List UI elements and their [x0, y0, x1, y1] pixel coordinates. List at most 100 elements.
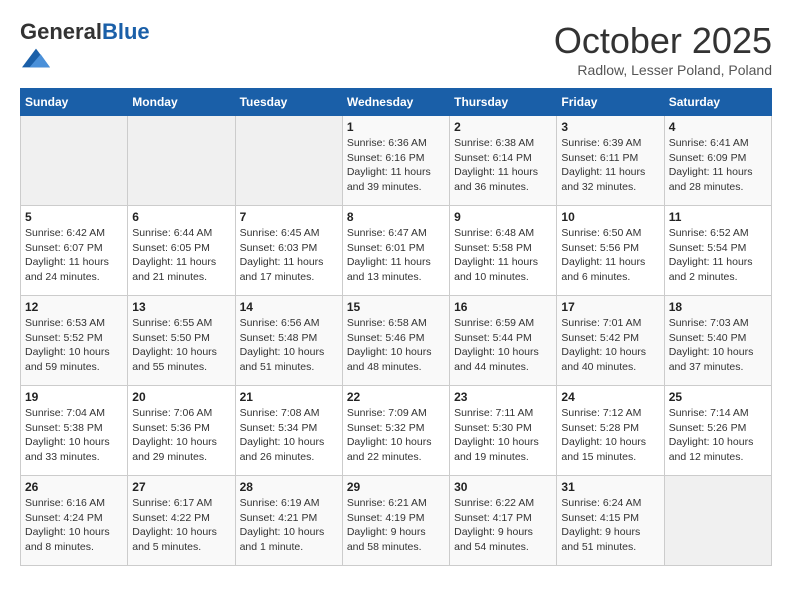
calendar-cell: 30 Sunrise: 6:22 AMSunset: 4:17 PMDayligh… — [450, 476, 557, 566]
day-number: 12 — [25, 300, 123, 314]
calendar-cell: 19 Sunrise: 7:04 AMSunset: 5:38 PMDayligh… — [21, 386, 128, 476]
calendar-cell: 10 Sunrise: 6:50 AMSunset: 5:56 PMDayligh… — [557, 206, 664, 296]
weekday-header-sunday: Sunday — [21, 89, 128, 116]
calendar-week-row: 19 Sunrise: 7:04 AMSunset: 5:38 PMDayligh… — [21, 386, 772, 476]
calendar-cell: 17 Sunrise: 7:01 AMSunset: 5:42 PMDayligh… — [557, 296, 664, 386]
calendar-cell: 13 Sunrise: 6:55 AMSunset: 5:50 PMDayligh… — [128, 296, 235, 386]
weekday-header-saturday: Saturday — [664, 89, 771, 116]
day-sun-info: Sunrise: 7:08 AMSunset: 5:34 PMDaylight:… — [240, 406, 338, 465]
day-number: 28 — [240, 480, 338, 494]
day-sun-info: Sunrise: 7:14 AMSunset: 5:26 PMDaylight:… — [669, 406, 767, 465]
day-sun-info: Sunrise: 6:52 AMSunset: 5:54 PMDaylight:… — [669, 226, 767, 285]
calendar-table: SundayMondayTuesdayWednesdayThursdayFrid… — [20, 88, 772, 566]
logo: GeneralBlue — [20, 20, 150, 77]
calendar-cell: 31 Sunrise: 6:24 AMSunset: 4:15 PMDayligh… — [557, 476, 664, 566]
calendar-cell: 2Sunrise: 6:38 AMSunset: 6:14 PMDaylight… — [450, 116, 557, 206]
day-number: 26 — [25, 480, 123, 494]
day-number: 23 — [454, 390, 552, 404]
calendar-cell — [128, 116, 235, 206]
day-number: 22 — [347, 390, 445, 404]
day-sun-info: Sunrise: 6:53 AMSunset: 5:52 PMDaylight:… — [25, 316, 123, 375]
weekday-header-thursday: Thursday — [450, 89, 557, 116]
day-number: 31 — [561, 480, 659, 494]
calendar-cell: 4Sunrise: 6:41 AMSunset: 6:09 PMDaylight… — [664, 116, 771, 206]
day-sun-info: Sunrise: 7:04 AMSunset: 5:38 PMDaylight:… — [25, 406, 123, 465]
day-sun-info: Sunrise: 6:48 AMSunset: 5:58 PMDaylight:… — [454, 226, 552, 285]
day-sun-info: Sunrise: 7:01 AMSunset: 5:42 PMDaylight:… — [561, 316, 659, 375]
day-number: 11 — [669, 210, 767, 224]
calendar-cell: 11 Sunrise: 6:52 AMSunset: 5:54 PMDayligh… — [664, 206, 771, 296]
calendar-cell: 27Sunrise: 6:17 AMSunset: 4:22 PMDayligh… — [128, 476, 235, 566]
day-number: 19 — [25, 390, 123, 404]
calendar-cell: 21 Sunrise: 7:08 AMSunset: 5:34 PMDayligh… — [235, 386, 342, 476]
calendar-cell: 12 Sunrise: 6:53 AMSunset: 5:52 PMDayligh… — [21, 296, 128, 386]
calendar-cell — [664, 476, 771, 566]
day-number: 1 — [347, 120, 445, 134]
calendar-week-row: 1 Sunrise: 6:36 AMSunset: 6:16 PMDaylight… — [21, 116, 772, 206]
day-number: 17 — [561, 300, 659, 314]
weekday-header-friday: Friday — [557, 89, 664, 116]
page-header: GeneralBlue October 2025 Radlow, Lesser … — [20, 20, 772, 78]
calendar-cell — [235, 116, 342, 206]
day-number: 29 — [347, 480, 445, 494]
location-text: Radlow, Lesser Poland, Poland — [554, 62, 772, 78]
day-sun-info: Sunrise: 6:24 AMSunset: 4:15 PMDaylight:… — [561, 496, 659, 555]
calendar-cell: 14 Sunrise: 6:56 AMSunset: 5:48 PMDayligh… — [235, 296, 342, 386]
weekday-header-row: SundayMondayTuesdayWednesdayThursdayFrid… — [21, 89, 772, 116]
day-number: 24 — [561, 390, 659, 404]
calendar-cell: 3 Sunrise: 6:39 AMSunset: 6:11 PMDaylight… — [557, 116, 664, 206]
day-sun-info: Sunrise: 7:11 AMSunset: 5:30 PMDaylight:… — [454, 406, 552, 465]
day-number: 6 — [132, 210, 230, 224]
calendar-cell: 22 Sunrise: 7:09 AMSunset: 5:32 PMDayligh… — [342, 386, 449, 476]
day-number: 10 — [561, 210, 659, 224]
calendar-cell: 25 Sunrise: 7:14 AMSunset: 5:26 PMDayligh… — [664, 386, 771, 476]
day-number: 14 — [240, 300, 338, 314]
day-number: 3 — [561, 120, 659, 134]
calendar-cell: 15Sunrise: 6:58 AMSunset: 5:46 PMDayligh… — [342, 296, 449, 386]
day-number: 20 — [132, 390, 230, 404]
day-sun-info: Sunrise: 6:45 AMSunset: 6:03 PMDaylight:… — [240, 226, 338, 285]
weekday-header-monday: Monday — [128, 89, 235, 116]
day-sun-info: Sunrise: 6:39 AMSunset: 6:11 PMDaylight:… — [561, 136, 659, 195]
day-sun-info: Sunrise: 7:09 AMSunset: 5:32 PMDaylight:… — [347, 406, 445, 465]
day-sun-info: Sunrise: 6:17 AMSunset: 4:22 PMDaylight:… — [132, 496, 230, 555]
day-number: 7 — [240, 210, 338, 224]
day-sun-info: Sunrise: 6:36 AMSunset: 6:16 PMDaylight:… — [347, 136, 445, 195]
day-sun-info: Sunrise: 6:16 AMSunset: 4:24 PMDaylight:… — [25, 496, 123, 555]
calendar-week-row: 5Sunrise: 6:42 AMSunset: 6:07 PMDaylight… — [21, 206, 772, 296]
day-sun-info: Sunrise: 6:44 AMSunset: 6:05 PMDaylight:… — [132, 226, 230, 285]
day-number: 16 — [454, 300, 552, 314]
day-sun-info: Sunrise: 6:56 AMSunset: 5:48 PMDaylight:… — [240, 316, 338, 375]
day-sun-info: Sunrise: 6:38 AMSunset: 6:14 PMDaylight:… — [454, 136, 552, 195]
calendar-cell: 1 Sunrise: 6:36 AMSunset: 6:16 PMDaylight… — [342, 116, 449, 206]
day-number: 30 — [454, 480, 552, 494]
day-sun-info: Sunrise: 6:50 AMSunset: 5:56 PMDaylight:… — [561, 226, 659, 285]
day-number: 18 — [669, 300, 767, 314]
logo-blue-text: Blue — [102, 19, 150, 44]
day-number: 13 — [132, 300, 230, 314]
day-sun-info: Sunrise: 6:47 AMSunset: 6:01 PMDaylight:… — [347, 226, 445, 285]
day-sun-info: Sunrise: 6:58 AMSunset: 5:46 PMDaylight:… — [347, 316, 445, 375]
calendar-cell: 26 Sunrise: 6:16 AMSunset: 4:24 PMDayligh… — [21, 476, 128, 566]
day-number: 21 — [240, 390, 338, 404]
logo-icon — [22, 44, 50, 72]
day-sun-info: Sunrise: 6:55 AMSunset: 5:50 PMDaylight:… — [132, 316, 230, 375]
day-sun-info: Sunrise: 6:19 AMSunset: 4:21 PMDaylight:… — [240, 496, 338, 555]
weekday-header-wednesday: Wednesday — [342, 89, 449, 116]
day-sun-info: Sunrise: 6:59 AMSunset: 5:44 PMDaylight:… — [454, 316, 552, 375]
title-block: October 2025 Radlow, Lesser Poland, Pola… — [554, 20, 772, 78]
weekday-header-tuesday: Tuesday — [235, 89, 342, 116]
day-number: 25 — [669, 390, 767, 404]
day-sun-info: Sunrise: 7:03 AMSunset: 5:40 PMDaylight:… — [669, 316, 767, 375]
calendar-cell: 7 Sunrise: 6:45 AMSunset: 6:03 PMDaylight… — [235, 206, 342, 296]
calendar-cell: 29Sunrise: 6:21 AMSunset: 4:19 PMDayligh… — [342, 476, 449, 566]
logo-general-text: General — [20, 19, 102, 44]
month-title: October 2025 — [554, 20, 772, 62]
day-sun-info: Sunrise: 6:22 AMSunset: 4:17 PMDaylight:… — [454, 496, 552, 555]
day-number: 9 — [454, 210, 552, 224]
calendar-cell: 23 Sunrise: 7:11 AMSunset: 5:30 PMDayligh… — [450, 386, 557, 476]
calendar-cell: 8 Sunrise: 6:47 AMSunset: 6:01 PMDaylight… — [342, 206, 449, 296]
calendar-cell: 6 Sunrise: 6:44 AMSunset: 6:05 PMDaylight… — [128, 206, 235, 296]
calendar-cell: 5Sunrise: 6:42 AMSunset: 6:07 PMDaylight… — [21, 206, 128, 296]
day-number: 8 — [347, 210, 445, 224]
